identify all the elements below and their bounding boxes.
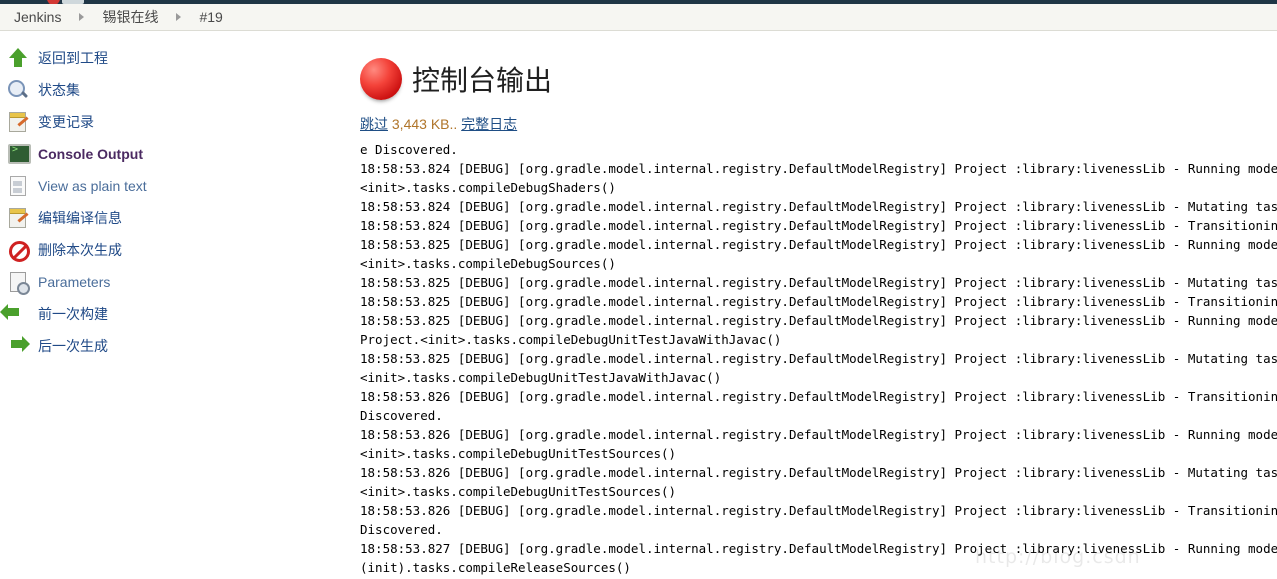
skipped-size-text: 3,443 KB.. (391, 116, 458, 132)
console-log-line: 18:58:53.825 [DEBUG] [org.gradle.model.i… (360, 237, 1277, 252)
sidebar-item-changes[interactable]: 变更记录 (0, 106, 340, 138)
sidebar-item-label: 变更记录 (38, 114, 94, 130)
sidebar-item-console-output[interactable]: Console Output (0, 138, 340, 170)
breadcrumb-item-project[interactable]: 锡银在线 (94, 7, 166, 27)
sidebar-item-label: 删除本次生成 (38, 242, 122, 258)
sidebar-item-label: Console Output (38, 146, 143, 162)
breadcrumb-separator-icon (79, 13, 85, 21)
breadcrumb-item-jenkins[interactable]: Jenkins (6, 9, 69, 25)
sidebar-item-view-as-plain-text[interactable]: View as plain text (0, 170, 340, 202)
console-log-line: 18:58:53.826 [DEBUG] [org.gradle.model.i… (360, 427, 1277, 442)
main-content: 控制台输出 跳过 3,443 KB.. 完整日志 e Discovered. 18… (360, 42, 1277, 579)
console-log-line: 18:58:53.825 [DEBUG] [org.gradle.model.i… (360, 275, 1277, 290)
console-log-line: (init).tasks.compileReleaseSources() (360, 560, 631, 575)
full-log-link[interactable]: 完整日志 (461, 116, 517, 132)
sidebar-item-label: 状态集 (38, 82, 80, 98)
parameters-icon (6, 270, 30, 295)
console-log-line: 18:58:53.827 [DEBUG] [org.gradle.model.i… (360, 541, 1277, 556)
console-log-line: 18:58:53.824 [DEBUG] [org.gradle.model.i… (360, 199, 1277, 214)
magnifier-icon (6, 78, 30, 102)
skip-log-line: 跳过 3,443 KB.. 完整日志 (360, 114, 1277, 134)
sidebar-item-label: 编辑编译信息 (38, 210, 122, 226)
console-log-line: <init>.tasks.compileDebugUnitTestSources… (360, 484, 677, 499)
page-title: 控制台输出 (412, 64, 553, 97)
sidebar-item-parameters[interactable]: Parameters (0, 266, 340, 298)
sidebar-item-label: 前一次构建 (38, 306, 108, 322)
arrow-left-icon (0, 302, 30, 326)
console-log[interactable]: e Discovered. 18:58:53.824 [DEBUG] [org.g… (360, 140, 1277, 577)
sidebar-item-delete-build[interactable]: 删除本次生成 (0, 234, 340, 266)
terminal-icon (6, 142, 31, 166)
console-log-line: <init>.tasks.compileDebugShaders() (360, 180, 616, 195)
sidebar-item-label: 返回到工程 (38, 50, 108, 66)
console-log-line: 18:58:53.824 [DEBUG] [org.gradle.model.i… (360, 218, 1277, 233)
console-log-line: Discovered. (360, 408, 443, 423)
up-arrow-icon (6, 46, 30, 70)
breadcrumb: Jenkins 锡银在线 #19 (0, 4, 1277, 31)
arrow-right-icon (6, 334, 30, 358)
console-log-line: 18:58:53.826 [DEBUG] [org.gradle.model.i… (360, 389, 1277, 404)
console-log-line: 18:58:53.826 [DEBUG] [org.gradle.model.i… (360, 465, 1277, 480)
document-icon (6, 174, 30, 198)
console-log-line: <init>.tasks.compileDebugUnitTestSources… (360, 446, 677, 461)
console-log-line: 18:58:53.824 [DEBUG] [org.gradle.model.i… (360, 161, 1277, 176)
notepad-edit-icon (6, 110, 30, 134)
console-log-line: Discovered. (360, 522, 443, 537)
delete-deny-icon (6, 238, 30, 262)
sidebar-item-next-build[interactable]: 后一次生成 (0, 330, 340, 362)
sidebar-item-previous-build[interactable]: 前一次构建 (0, 298, 340, 330)
console-log-line: e Discovered. (360, 142, 458, 157)
breadcrumb-item-build[interactable]: #19 (191, 9, 230, 25)
sidebar-item-label: 后一次生成 (38, 338, 108, 354)
sidebar: 返回到工程 状态集 变更记录 Console Output View as pl… (0, 42, 340, 362)
console-log-line: 18:58:53.825 [DEBUG] [org.gradle.model.i… (360, 313, 1277, 328)
console-log-line: 18:58:53.826 [DEBUG] [org.gradle.model.i… (360, 503, 1277, 518)
sidebar-item-back-to-project[interactable]: 返回到工程 (0, 42, 340, 74)
sidebar-item-label: View as plain text (38, 178, 147, 194)
breadcrumb-separator-icon (176, 13, 182, 21)
console-log-line: <init>.tasks.compileDebugSources() (360, 256, 616, 271)
console-log-line: <init>.tasks.compileDebugUnitTestJavaWit… (360, 370, 722, 385)
sidebar-item-status[interactable]: 状态集 (0, 74, 340, 106)
console-log-line: 18:58:53.825 [DEBUG] [org.gradle.model.i… (360, 351, 1277, 366)
notepad-edit-icon (6, 206, 30, 230)
build-status-ball-icon (360, 58, 402, 100)
skip-link[interactable]: 跳过 (360, 116, 388, 132)
console-log-line: 18:58:53.825 [DEBUG] [org.gradle.model.i… (360, 294, 1277, 309)
page-header: 控制台输出 (360, 58, 1277, 100)
console-log-line: Project.<init>.tasks.compileDebugUnitTes… (360, 332, 782, 347)
sidebar-item-edit-build-information[interactable]: 编辑编译信息 (0, 202, 340, 234)
sidebar-item-label: Parameters (38, 274, 111, 290)
